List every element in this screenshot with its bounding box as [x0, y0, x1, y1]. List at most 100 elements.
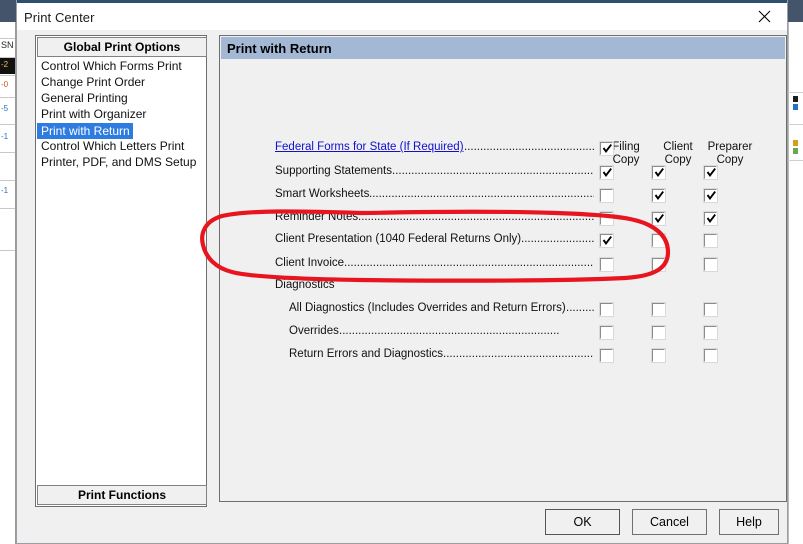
sidebar-item-change-print-order[interactable]: Change Print Order	[37, 74, 207, 90]
checkbox-preparer-copy[interactable]	[703, 325, 718, 340]
checkbox-client-copy[interactable]	[651, 165, 666, 180]
leader-dots: ..................................	[521, 233, 594, 245]
background-grid-line	[0, 124, 15, 125]
ok-button[interactable]: OK	[545, 509, 620, 535]
background-grid-line	[0, 180, 15, 181]
checkbox-filing-copy[interactable]	[599, 325, 614, 340]
background-cell-marker	[793, 140, 798, 146]
checkbox-client-copy[interactable]	[651, 188, 666, 203]
option-row: Federal Forms for State (If Required)...…	[221, 139, 785, 158]
sidebar-item-label: General Printing	[41, 91, 128, 105]
checkbox-filing-copy[interactable]	[599, 257, 614, 272]
background-grid-line	[0, 97, 15, 98]
option-row: Supporting Statements...................…	[221, 163, 785, 182]
checkbox-filing-copy[interactable]	[599, 165, 614, 180]
checkbox-preparer-copy[interactable]	[703, 302, 718, 317]
sidebar-item-control-which-forms-print[interactable]: Control Which Forms Print	[37, 58, 207, 74]
sidebar-item-label: Print with Return	[37, 123, 133, 139]
checkbox-preparer-copy[interactable]	[703, 233, 718, 248]
background-grid-line	[0, 38, 15, 39]
checkbox-client-copy[interactable]	[651, 257, 666, 272]
cancel-button-label: Cancel	[650, 515, 689, 529]
option-label: All Diagnostics (Includes Overrides and …	[289, 302, 566, 314]
background-grid-line	[788, 124, 803, 125]
dialog-titlebar: Print Center	[17, 0, 787, 30]
background-grid-line	[788, 160, 803, 161]
background-grid-line	[788, 92, 803, 93]
sidebar-item-general-printing[interactable]: General Printing	[37, 90, 207, 106]
option-label: Smart Worksheets	[275, 188, 370, 200]
checkbox-filing-copy[interactable]	[599, 188, 614, 203]
background-cell-marker	[793, 148, 798, 154]
leader-dots: ........................................…	[392, 165, 594, 177]
sidebar-item-label: Change Print Order	[41, 75, 146, 89]
background-cell-marker: -1	[1, 186, 9, 195]
checkbox-preparer-copy[interactable]	[703, 348, 718, 363]
option-row: Overrides...............................…	[221, 323, 785, 342]
leader-dots: ........................................…	[339, 325, 560, 337]
print-functions-button[interactable]: Print Functions	[37, 485, 207, 505]
background-cell-marker	[793, 104, 798, 110]
checkbox-client-copy[interactable]	[651, 233, 666, 248]
background-grid-line	[0, 75, 15, 76]
checkbox-client-copy[interactable]	[651, 302, 666, 317]
option-row: Reminder Notes..........................…	[221, 209, 785, 228]
checkbox-client-copy[interactable]	[651, 211, 666, 226]
pane-header: Print with Return	[221, 37, 785, 59]
sidebar-item-print-with-return[interactable]: Print with Return	[37, 122, 207, 139]
background-titlebar-strip	[0, 0, 16, 22]
checkbox-filing-copy[interactable]	[599, 302, 614, 317]
background-titlebar-strip-right	[788, 0, 803, 22]
checkbox-client-copy[interactable]	[651, 348, 666, 363]
background-cell-marker: -5	[1, 104, 9, 113]
option-label: Client Presentation (1040 Federal Return…	[275, 233, 522, 245]
checkbox-filing-copy[interactable]	[599, 348, 614, 363]
checkbox-preparer-copy[interactable]	[703, 188, 718, 203]
checkbox-preparer-copy[interactable]	[703, 211, 718, 226]
option-row: Return Errors and Diagnostics...........…	[221, 346, 785, 365]
sidebar-item-label: Control Which Letters Print	[41, 139, 185, 153]
pane-body: Filing Copy Client Copy Preparer Copy Fe…	[221, 59, 785, 500]
sidebar-item-control-which-letters-print[interactable]: Control Which Letters Print	[37, 138, 207, 154]
screen: SN -2 -0 -5 -1 -1 Print Center Global Pr…	[0, 0, 803, 544]
print-with-return-pane: Print with Return Filing Copy Client Cop…	[219, 35, 787, 502]
checkbox-filing-copy[interactable]	[599, 141, 614, 156]
option-row: Client Presentation (1040 Federal Return…	[221, 231, 785, 250]
background-cell-marker: -0	[1, 80, 9, 89]
help-button[interactable]: Help	[719, 509, 779, 535]
option-link[interactable]: Federal Forms for State (If Required)	[275, 141, 464, 153]
print-center-dialog: Print Center Global Print Options Contro…	[16, 0, 788, 544]
sidebar-item-label: Print with Organizer	[41, 107, 147, 121]
background-grid-line	[0, 152, 15, 153]
option-label: Client Invoice	[275, 257, 345, 269]
print-functions-label: Print Functions	[78, 488, 166, 502]
sidebar-list: Control Which Forms Print Change Print O…	[37, 58, 207, 170]
sidebar-item-label: Control Which Forms Print	[41, 59, 182, 73]
sidebar-header: Global Print Options	[37, 37, 207, 57]
close-icon[interactable]	[742, 3, 787, 30]
ok-button-label: OK	[573, 515, 592, 529]
background-cell-text: SN	[1, 40, 14, 50]
option-row: Client Invoice..........................…	[221, 255, 785, 274]
checkbox-client-copy[interactable]	[651, 325, 666, 340]
sidebar-item-print-with-organizer[interactable]: Print with Organizer	[37, 106, 207, 122]
background-cell-marker: -2	[1, 60, 9, 69]
option-label: Reminder Notes	[275, 211, 359, 223]
global-print-options-pane: Global Print Options Control Which Forms…	[35, 35, 207, 507]
option-label: Overrides	[289, 325, 339, 337]
background-cell-marker	[793, 96, 798, 102]
option-row: All Diagnostics (Includes Overrides and …	[221, 300, 785, 319]
checkbox-filing-copy[interactable]	[599, 211, 614, 226]
checkbox-preparer-copy[interactable]	[703, 257, 718, 272]
checkbox-preparer-copy[interactable]	[703, 165, 718, 180]
checkbox-filing-copy[interactable]	[599, 233, 614, 248]
sidebar-item-printer-pdf-dms-setup[interactable]: Printer, PDF, and DMS Setup	[37, 154, 207, 170]
sidebar-item-label: Printer, PDF, and DMS Setup	[41, 155, 197, 169]
leader-dots: ........................................…	[344, 257, 594, 269]
leader-dots: ........................................…	[369, 188, 594, 200]
help-button-label: Help	[736, 515, 762, 529]
leader-dots: ........................................…	[358, 211, 594, 223]
cancel-button[interactable]: Cancel	[632, 509, 707, 535]
option-row: Smart Worksheets........................…	[221, 186, 785, 205]
dialog-title: Print Center	[24, 10, 95, 25]
